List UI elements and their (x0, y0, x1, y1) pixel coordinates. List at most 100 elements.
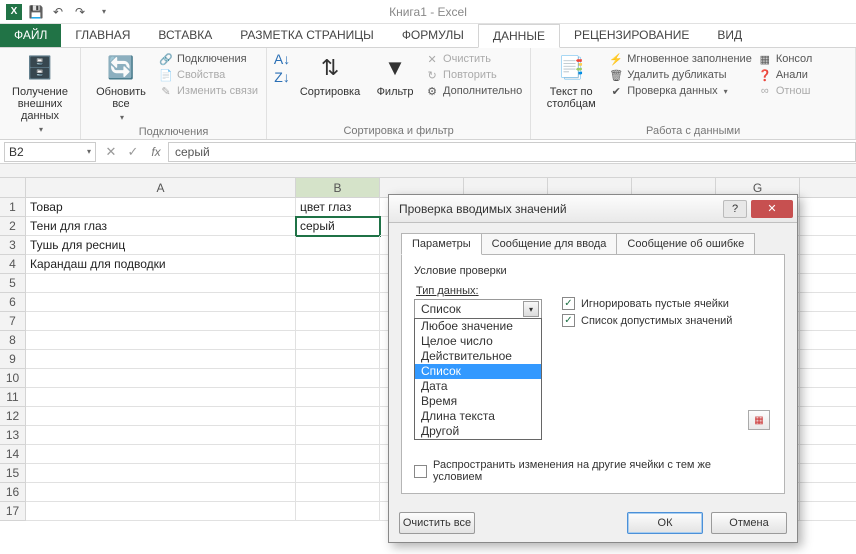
dialog-help-button[interactable]: ? (723, 200, 747, 218)
cell-A17[interactable] (26, 502, 296, 521)
cell-H3[interactable] (800, 236, 856, 255)
cell-A2[interactable]: Тени для глаз (26, 217, 296, 236)
ok-button[interactable]: ОК (627, 512, 703, 534)
tab-formulas[interactable]: ФОРМУЛЫ (388, 24, 478, 47)
cell-H12[interactable] (800, 407, 856, 426)
row-header[interactable]: 6 (0, 293, 26, 312)
qat-customize-icon[interactable]: ▾ (96, 4, 112, 20)
fx-icon[interactable]: fx (144, 145, 168, 159)
col-header-blank[interactable] (800, 178, 856, 198)
connections-button[interactable]: 🔗Подключения (159, 52, 258, 66)
cell-B2[interactable]: серый (296, 217, 380, 236)
cell-A3[interactable]: Тушь для ресниц (26, 236, 296, 255)
list-item[interactable]: Другой (415, 424, 541, 439)
row-header[interactable]: 1 (0, 198, 26, 217)
row-header[interactable]: 5 (0, 274, 26, 293)
col-header-B[interactable]: B (296, 178, 380, 198)
row-header[interactable]: 9 (0, 350, 26, 369)
tab-data[interactable]: ДАННЫЕ (478, 24, 560, 48)
list-item[interactable]: Длина текста (415, 409, 541, 424)
cell-A6[interactable] (26, 293, 296, 312)
get-external-data-button[interactable]: 🗄️ Получение внешних данных▾ (8, 52, 72, 136)
cell-B11[interactable] (296, 388, 380, 407)
dialog-tab-error-alert[interactable]: Сообщение об ошибке (616, 233, 755, 255)
list-item[interactable]: Любое значение (415, 319, 541, 334)
col-header-A[interactable]: A (26, 178, 296, 198)
row-header[interactable]: 8 (0, 331, 26, 350)
cell-H9[interactable] (800, 350, 856, 369)
remove-duplicates-button[interactable]: 🗑Удалить дубликаты (609, 68, 752, 82)
cell-A4[interactable]: Карандаш для подводки (26, 255, 296, 274)
row-header[interactable]: 2 (0, 217, 26, 236)
cell-A11[interactable] (26, 388, 296, 407)
select-all-corner[interactable] (0, 178, 26, 198)
row-header[interactable]: 10 (0, 369, 26, 388)
consolidate-button[interactable]: ▦Консол (758, 52, 813, 66)
cell-H8[interactable] (800, 331, 856, 350)
cell-H14[interactable] (800, 445, 856, 464)
cell-H17[interactable] (800, 502, 856, 521)
cell-A5[interactable] (26, 274, 296, 293)
cell-H16[interactable] (800, 483, 856, 502)
cell-B12[interactable] (296, 407, 380, 426)
cell-A8[interactable] (26, 331, 296, 350)
cell-B14[interactable] (296, 445, 380, 464)
cell-A1[interactable]: Товар (26, 198, 296, 217)
advanced-filter-button[interactable]: ⚙Дополнительно (425, 84, 522, 98)
data-validation-button[interactable]: ✔Проверка данных▾ (609, 84, 752, 98)
row-header[interactable]: 16 (0, 483, 26, 502)
list-item[interactable]: Действительное (415, 349, 541, 364)
cell-A10[interactable] (26, 369, 296, 388)
whatif-button[interactable]: ❓Анали (758, 68, 813, 82)
tab-page-layout[interactable]: РАЗМЕТКА СТРАНИЦЫ (226, 24, 388, 47)
cell-B1[interactable]: цвет глаз (296, 198, 380, 217)
list-item[interactable]: Целое число (415, 334, 541, 349)
cell-A12[interactable] (26, 407, 296, 426)
clear-filter-button[interactable]: ✕Очистить (425, 52, 522, 66)
relationships-button[interactable]: ∞Отнош (758, 84, 813, 98)
ignore-blank-checkbox[interactable]: ✓ Игнорировать пустые ячейки (562, 297, 732, 310)
tab-insert[interactable]: ВСТАВКА (144, 24, 226, 47)
row-header[interactable]: 15 (0, 464, 26, 483)
properties-button[interactable]: 📄Свойства (159, 68, 258, 82)
cell-B3[interactable] (296, 236, 380, 255)
cell-B13[interactable] (296, 426, 380, 445)
refresh-all-button[interactable]: 🔄 Обновить все▾ (89, 52, 153, 124)
dialog-tab-settings[interactable]: Параметры (401, 233, 482, 255)
formula-input[interactable]: серый (168, 142, 856, 162)
cell-A7[interactable] (26, 312, 296, 331)
cell-B5[interactable] (296, 274, 380, 293)
cell-B7[interactable] (296, 312, 380, 331)
confirm-edit-icon[interactable]: ✓ (122, 142, 144, 162)
edit-links-button[interactable]: ✎Изменить связи (159, 84, 258, 98)
tab-home[interactable]: ГЛАВНАЯ (61, 24, 144, 47)
cell-A16[interactable] (26, 483, 296, 502)
cell-H10[interactable] (800, 369, 856, 388)
cell-B9[interactable] (296, 350, 380, 369)
name-box[interactable]: B2▾ (4, 142, 96, 162)
cell-H5[interactable] (800, 274, 856, 293)
apply-to-others-checkbox[interactable]: Распространить изменения на другие ячейк… (414, 459, 772, 483)
tab-file[interactable]: ФАЙЛ (0, 24, 61, 47)
cell-H1[interactable] (800, 198, 856, 217)
text-to-columns-button[interactable]: 📑 Текст по столбцам (539, 52, 603, 110)
row-header[interactable]: 17 (0, 502, 26, 521)
range-collapse-button[interactable]: ▦ (748, 410, 770, 430)
cell-B6[interactable] (296, 293, 380, 312)
row-header[interactable]: 11 (0, 388, 26, 407)
in-cell-dropdown-checkbox[interactable]: ✓ Список допустимых значений (562, 314, 732, 327)
row-header[interactable]: 4 (0, 255, 26, 274)
cell-A9[interactable] (26, 350, 296, 369)
cell-B15[interactable] (296, 464, 380, 483)
cell-B17[interactable] (296, 502, 380, 521)
cell-H15[interactable] (800, 464, 856, 483)
list-item-selected[interactable]: Список (415, 364, 541, 379)
dialog-close-button[interactable]: ✕ (751, 200, 793, 218)
cell-B4[interactable] (296, 255, 380, 274)
allow-type-combo[interactable]: Список ▾ (414, 299, 542, 319)
sort-az-button[interactable]: A↓ (275, 52, 289, 66)
undo-icon[interactable]: ↶ (50, 4, 66, 20)
sort-button[interactable]: ⇅ Сортировка (295, 52, 365, 98)
flash-fill-button[interactable]: ⚡Мгновенное заполнение (609, 52, 752, 66)
tab-review[interactable]: РЕЦЕНЗИРОВАНИЕ (560, 24, 703, 47)
